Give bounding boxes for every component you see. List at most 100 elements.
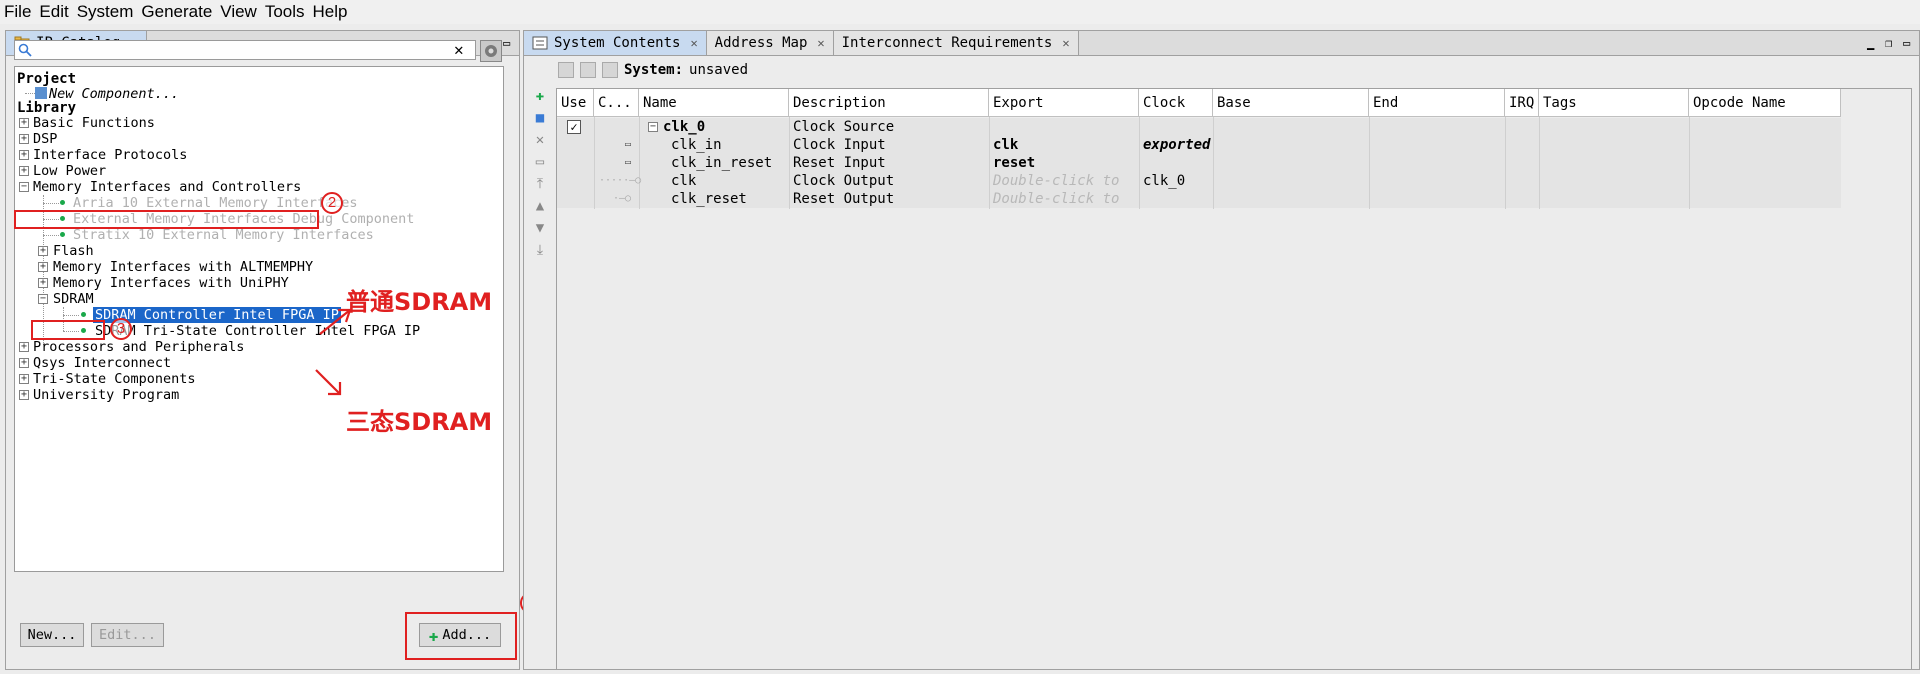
tree-dsp[interactable]: DSP: [33, 131, 57, 147]
maximize-icon[interactable]: ▭: [503, 36, 515, 50]
expand-icon[interactable]: +: [19, 342, 29, 352]
row-description: Clock Output: [793, 173, 895, 189]
expand-all-icon[interactable]: [580, 62, 596, 78]
collapse-icon[interactable]: −: [648, 122, 658, 132]
tree-qsys-interconnect[interactable]: Qsys Interconnect: [33, 355, 171, 371]
tree-university[interactable]: University Program: [33, 387, 179, 403]
row-clock[interactable]: exported: [1143, 136, 1210, 154]
expand-icon[interactable]: +: [19, 134, 29, 144]
use-checkbox[interactable]: ✓: [567, 120, 581, 134]
tree-arria10[interactable]: Arria 10 External Memory Interfaces: [73, 195, 357, 211]
close-icon[interactable]: ✕: [1062, 36, 1069, 50]
tree-altmemphy[interactable]: Memory Interfaces with ALTMEMPHY: [53, 259, 313, 275]
tab-system-contents[interactable]: System Contents ✕: [524, 31, 707, 55]
col-connections[interactable]: C...: [594, 89, 639, 117]
filter-icon[interactable]: [602, 62, 618, 78]
row-description: Reset Output: [793, 191, 895, 207]
row-name[interactable]: clk_0: [663, 118, 705, 136]
tree-processors[interactable]: Processors and Peripherals: [33, 339, 244, 355]
remove-icon[interactable]: ✕: [532, 132, 548, 148]
new-button[interactable]: New...: [20, 623, 84, 647]
row-export[interactable]: reset: [993, 154, 1035, 172]
menu-help[interactable]: Help: [313, 2, 354, 22]
tab-address-map[interactable]: Address Map ✕: [706, 31, 834, 55]
menu-generate[interactable]: Generate: [141, 2, 218, 22]
row-name[interactable]: clk: [671, 172, 696, 190]
move-component-icon[interactable]: ■: [532, 110, 548, 126]
move-up-icon[interactable]: ▲: [532, 198, 548, 214]
tree-memory-interfaces[interactable]: Memory Interfaces and Controllers: [33, 179, 301, 195]
tree-stratix10[interactable]: Stratix 10 External Memory Interfaces: [73, 227, 374, 243]
col-end[interactable]: End: [1369, 89, 1505, 117]
row-name[interactable]: clk_in_reset: [671, 154, 772, 172]
close-icon[interactable]: ✕: [690, 36, 697, 50]
expand-icon[interactable]: +: [19, 150, 29, 160]
col-tags[interactable]: Tags: [1539, 89, 1689, 117]
col-description[interactable]: Description: [789, 89, 989, 117]
tree-sdram-tristate[interactable]: SDRAM Tri-State Controller Intel FPGA IP: [95, 323, 420, 339]
row-clock[interactable]: clk_0: [1143, 172, 1185, 190]
expand-icon[interactable]: +: [19, 118, 29, 128]
col-use[interactable]: Use: [557, 89, 594, 117]
close-icon[interactable]: ✕: [817, 36, 824, 50]
grid-line: [1539, 117, 1540, 209]
expand-icon[interactable]: +: [19, 358, 29, 368]
maximize-icon[interactable]: ▭: [1903, 36, 1915, 50]
system-toolbar: System: unsaved: [558, 60, 748, 80]
expand-icon[interactable]: +: [38, 262, 48, 272]
edit-button[interactable]: Edit...: [91, 623, 164, 647]
collapse-icon[interactable]: −: [19, 182, 29, 192]
port-input-icon: ▭: [625, 139, 632, 150]
col-clock[interactable]: Clock: [1139, 89, 1213, 117]
tree-basic-functions[interactable]: Basic Functions: [33, 115, 155, 131]
menu-tools[interactable]: Tools: [265, 2, 311, 22]
add-component-icon[interactable]: ✚: [532, 88, 548, 104]
col-export[interactable]: Export: [989, 89, 1139, 117]
menu-view[interactable]: View: [220, 2, 263, 22]
edit-component-icon[interactable]: ▭: [532, 154, 548, 170]
tree-interface-protocols[interactable]: Interface Protocols: [33, 147, 187, 163]
col-irq[interactable]: IRQ: [1505, 89, 1539, 117]
collapse-icon[interactable]: −: [38, 294, 48, 304]
minimize-icon[interactable]: ▁: [1867, 36, 1879, 50]
expand-icon[interactable]: +: [19, 166, 29, 176]
grid-line: [1505, 117, 1506, 209]
expand-icon[interactable]: +: [19, 374, 29, 384]
row-export[interactable]: clk: [993, 136, 1018, 154]
expand-icon[interactable]: +: [19, 390, 29, 400]
tree-flash[interactable]: Flash: [53, 243, 94, 259]
move-down-icon[interactable]: ▼: [532, 220, 548, 236]
tree-tristate-components[interactable]: Tri-State Components: [33, 371, 196, 387]
menu-file[interactable]: File: [4, 2, 37, 22]
tree-uniphy[interactable]: Memory Interfaces with UniPHY: [53, 275, 289, 291]
tree-low-power[interactable]: Low Power: [33, 163, 106, 179]
collapse-all-icon[interactable]: [558, 62, 574, 78]
tree-project[interactable]: Project: [17, 71, 76, 87]
expand-icon[interactable]: +: [38, 246, 48, 256]
clear-search-icon[interactable]: ✕: [454, 42, 464, 58]
menu-system[interactable]: System: [77, 2, 140, 22]
tree-sdram[interactable]: SDRAM: [53, 291, 94, 307]
move-bottom-icon[interactable]: ⤓: [532, 242, 548, 258]
col-name[interactable]: Name: [639, 89, 789, 117]
restore-icon[interactable]: ❐: [1885, 36, 1897, 50]
grid-line: [639, 117, 640, 209]
row-name[interactable]: clk_in: [671, 136, 722, 154]
row-export[interactable]: Double-click to: [993, 190, 1119, 208]
ip-dot-icon: [81, 312, 86, 317]
search-settings-icon[interactable]: [480, 40, 502, 62]
ip-dot-icon: [60, 232, 65, 237]
menu-edit[interactable]: Edit: [39, 2, 74, 22]
tree-library[interactable]: Library: [17, 100, 76, 116]
grid-line: [1369, 117, 1370, 209]
col-opcode-name[interactable]: Opcode Name: [1689, 89, 1841, 117]
ip-dot-icon: [60, 200, 65, 205]
row-name[interactable]: clk_reset: [671, 190, 747, 208]
move-top-icon[interactable]: ⤒: [532, 176, 548, 192]
col-base[interactable]: Base: [1213, 89, 1369, 117]
search-input[interactable]: [14, 40, 476, 60]
tab-interconnect-requirements[interactable]: Interconnect Requirements ✕: [833, 31, 1079, 55]
expand-icon[interactable]: +: [38, 278, 48, 288]
component-icon: [35, 87, 47, 99]
row-export[interactable]: Double-click to: [993, 172, 1119, 190]
